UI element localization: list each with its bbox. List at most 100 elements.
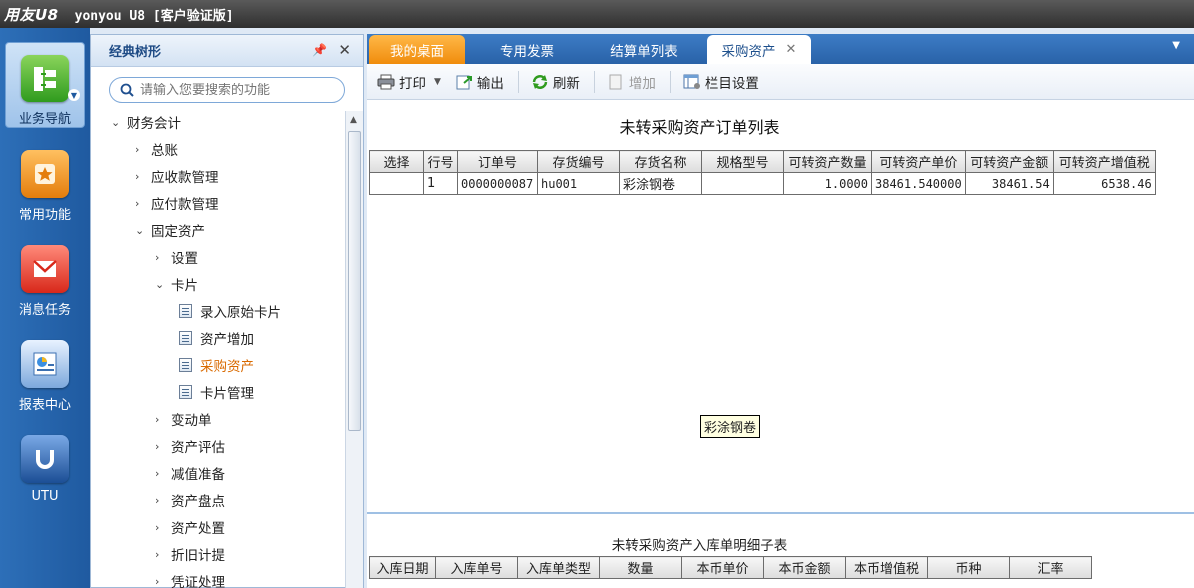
refresh-button[interactable]: 刷新 [531,72,580,92]
tree-leaf-asset-add[interactable]: 资产增加 [179,327,254,349]
close-icon[interactable]: ✕ [338,41,351,59]
tree-leaf-purchase-asset[interactable]: 采购资产 [179,354,254,376]
star-icon [21,150,69,198]
column-header[interactable]: 可转资产金额 [964,150,1054,173]
tree-leaf-card-management[interactable]: 卡片管理 [179,381,254,403]
nav-favorites[interactable]: 常用功能 [5,138,85,224]
tree-node-label: 凭证处理 [171,575,225,588]
tree-node-finance[interactable]: ⌄ 财务会计 [111,111,181,133]
title-bar: 用友U8 yonyou U8 [客户验证版] [0,0,1194,28]
chevron-down-icon[interactable]: ⌄ [111,116,127,129]
tree-node-fixed-assets[interactable]: ⌄ 固定资产 [135,219,205,241]
tree-node-payable[interactable]: › 应付款管理 [135,192,219,214]
chevron-down-icon[interactable]: ⌄ [155,278,171,291]
report-icon [21,340,69,388]
column-header[interactable]: 入库日期 [369,556,436,579]
chevron-right-icon[interactable]: › [155,548,171,561]
chevron-right-icon[interactable]: › [155,575,171,588]
column-header[interactable]: 存货编号 [537,150,620,173]
function-search-box[interactable] [109,77,345,103]
nav-reports[interactable]: 报表中心 [5,328,85,414]
column-header[interactable]: 规格型号 [701,150,784,173]
select-cell[interactable] [369,172,424,195]
column-header[interactable]: 可转资产增值税 [1052,150,1156,173]
tree-node-inventory-count[interactable]: › 资产盘点 [155,489,225,511]
tab-special-invoice[interactable]: 专用发票 [477,35,577,64]
tab-purchase-asset[interactable]: 采购资产 ✕ [707,35,811,64]
nav-label: 报表中心 [18,398,71,413]
column-header[interactable]: 入库单号 [435,556,518,579]
export-label: 输出 [476,75,504,92]
scrollbar-thumb[interactable] [348,131,361,431]
column-settings-button[interactable]: 栏目设置 [683,72,759,92]
column-header[interactable]: 币种 [927,556,1010,579]
tree-node-disposal[interactable]: › 资产处置 [155,516,225,538]
detail-table: 入库日期 入库单号 入库单类型 数量 本币单价 本币金额 本币增值税 币种 汇率 [369,556,1092,579]
tree-node-label: 应收款管理 [151,170,219,186]
chevron-down-icon[interactable]: ▼ [434,77,441,87]
scroll-up-icon[interactable]: ▲ [350,115,357,125]
tree-node-change-order[interactable]: › 变动单 [155,408,212,430]
tree-node-voucher[interactable]: › 凭证处理 [155,570,225,588]
tree-leaf-original-card[interactable]: 录入原始卡片 [179,300,281,322]
inventory-code-cell: hu001 [537,172,620,195]
column-header[interactable]: 行号 [423,150,458,173]
tree-scrollbar[interactable]: ▲ [345,111,363,588]
tree-node-label: 录入原始卡片 [200,305,281,321]
tree-node-cards[interactable]: ⌄ 卡片 [155,273,198,295]
export-button[interactable]: 输出 [455,72,504,92]
chevron-down-icon[interactable]: ▼ [68,89,80,101]
column-header[interactable]: 可转资产数量 [783,150,872,173]
tree-node-gl[interactable]: › 总账 [135,138,178,160]
tab-label: 结算单列表 [610,43,678,60]
column-header[interactable]: 本币金额 [763,556,846,579]
tab-bar: 我的桌面 专用发票 结算单列表 采购资产 ✕ ▼ [367,34,1194,64]
tree-node-label: 固定资产 [151,224,205,240]
tree-node-depreciation[interactable]: › 折旧计提 [155,543,225,565]
chevron-down-icon[interactable]: ▼ [1172,40,1180,51]
search-input[interactable] [140,82,330,98]
chevron-right-icon[interactable]: › [135,170,151,183]
chevron-right-icon[interactable]: › [155,521,171,534]
tab-label: 采购资产 [721,43,776,60]
left-navigation: 业务导航 ▼ 常用功能 消息任务 报表中心 UTU [0,28,90,588]
chevron-right-icon[interactable]: › [155,467,171,480]
nav-utu[interactable]: UTU [5,423,85,509]
print-button[interactable]: 打印 ▼ [377,72,441,92]
column-header[interactable]: 入库单类型 [517,556,600,579]
column-header[interactable]: 订单号 [457,150,538,173]
column-header[interactable]: 数量 [599,556,682,579]
column-header[interactable]: 本币增值税 [845,556,928,579]
page-title: 未转采购资产订单列表 [619,118,780,137]
column-header[interactable]: 可转资产单价 [871,150,966,173]
print-label: 打印 [399,75,426,92]
pin-icon[interactable]: 📌 [312,43,327,57]
nav-business[interactable]: 业务导航 ▼ [5,42,85,128]
chevron-right-icon[interactable]: › [135,143,151,156]
detail-title: 未转采购资产入库单明细子表 [611,538,788,554]
column-header[interactable]: 本币单价 [681,556,764,579]
chevron-right-icon[interactable]: › [135,197,151,210]
tree-node-asset-evaluation[interactable]: › 资产评估 [155,435,225,457]
table-row[interactable]: 1 0000000087 hu001 彩涂钢卷 1.0000 38461.540… [369,172,1156,195]
chevron-right-icon[interactable]: › [155,440,171,453]
tab-my-desktop[interactable]: 我的桌面 [369,35,465,64]
add-button[interactable]: 增加 [607,72,656,92]
nav-label: 常用功能 [18,208,71,223]
column-header[interactable]: 汇率 [1009,556,1092,579]
chevron-right-icon[interactable]: › [155,251,171,264]
column-header[interactable]: 选择 [369,150,424,173]
main-workspace: 我的桌面 专用发票 结算单列表 采购资产 ✕ ▼ 打印 ▼ 输出 刷新 增加 栏… [367,34,1194,588]
close-icon[interactable]: ✕ [786,42,797,57]
tree-node-receivable[interactable]: › 应收款管理 [135,165,219,187]
chevron-right-icon[interactable]: › [155,494,171,507]
tree-panel-title: 经典树形 [109,45,162,60]
nav-messages[interactable]: 消息任务 [5,233,85,319]
column-header[interactable]: 存货名称 [619,150,702,173]
tree-node-settings[interactable]: › 设置 [155,246,198,268]
chevron-right-icon[interactable]: › [155,413,171,426]
tree-node-impairment[interactable]: › 减值准备 [155,462,225,484]
tab-settlement-list[interactable]: 结算单列表 [589,35,699,64]
toolbar-separator [517,70,519,93]
chevron-down-icon[interactable]: ⌄ [135,224,151,237]
